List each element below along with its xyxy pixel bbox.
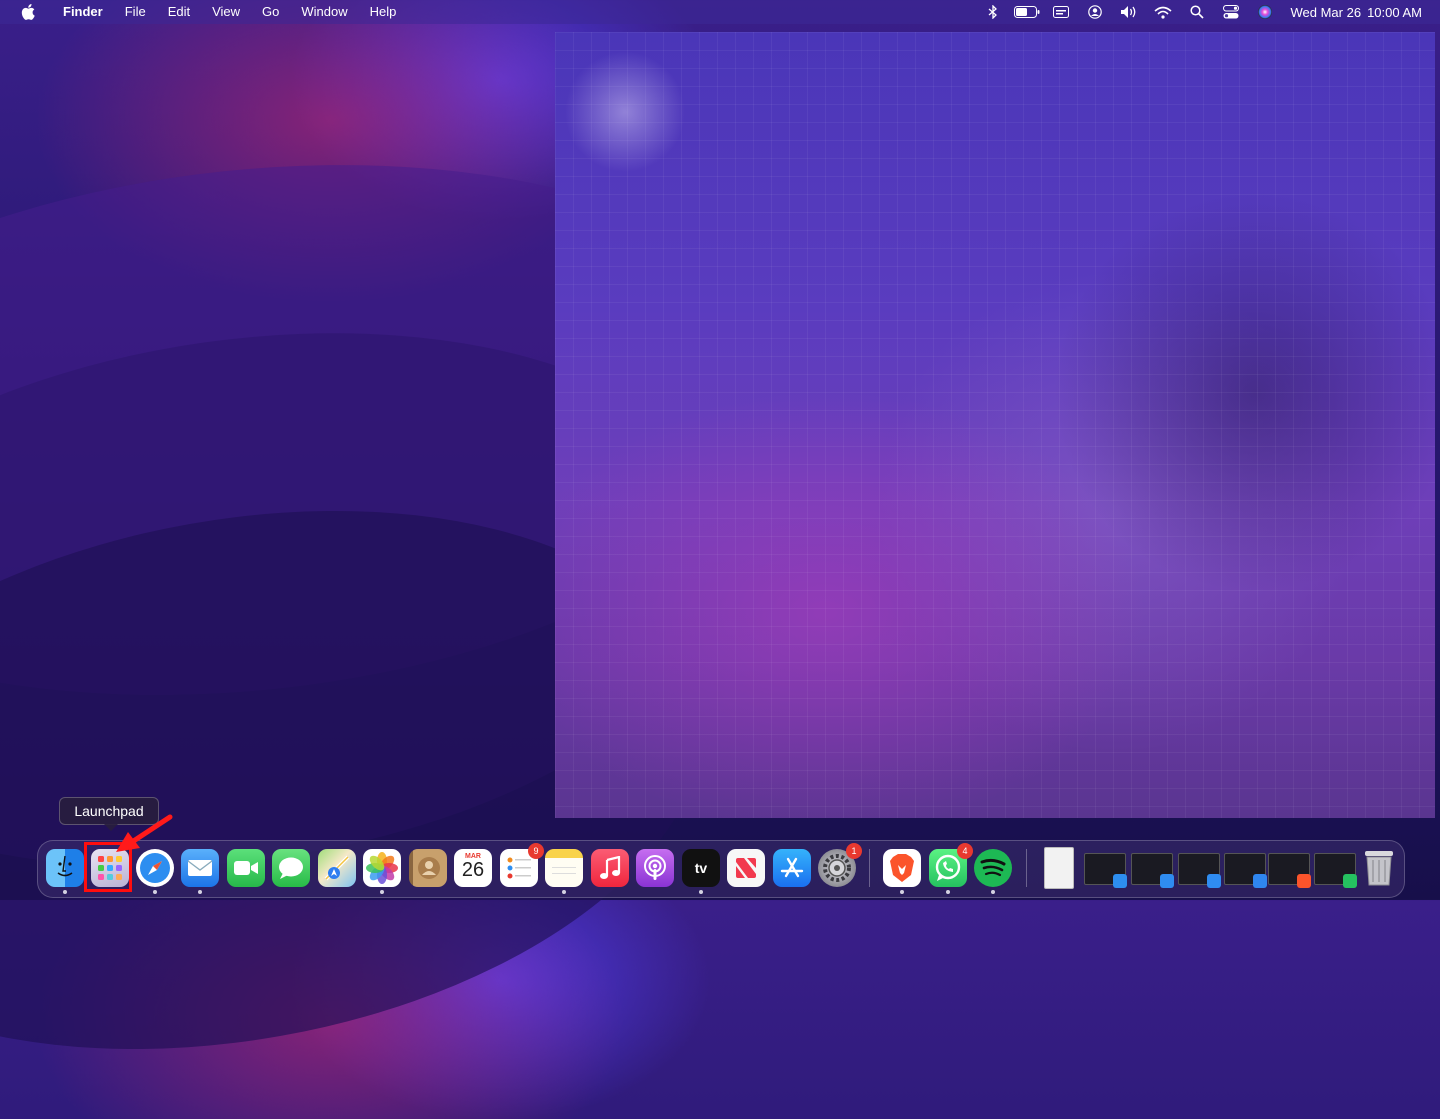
dock: MAR 26 9 tv 1 4 <box>37 840 1405 898</box>
settings-app[interactable]: 1 <box>818 843 862 887</box>
wifi-icon[interactable] <box>1146 0 1180 24</box>
brave-icon <box>890 854 914 882</box>
calendar-day: 26 <box>461 859 485 881</box>
notification-badge: 4 <box>957 843 973 859</box>
spotify-icon <box>980 858 1006 877</box>
music-app[interactable] <box>591 849 629 887</box>
safari-icon <box>1113 874 1127 888</box>
whatsapp-icon <box>1343 874 1357 888</box>
music-icon <box>600 856 621 879</box>
obscured-window[interactable] <box>555 32 1435 818</box>
control-center-icon[interactable] <box>1214 0 1248 24</box>
notes-icon <box>552 867 576 874</box>
dock-separator <box>869 849 870 887</box>
finder-icon <box>1207 874 1221 888</box>
maps-app[interactable] <box>318 849 356 887</box>
whatsapp-app[interactable]: 4 <box>929 843 973 887</box>
calendar-app[interactable]: MAR 26 <box>454 849 492 887</box>
menu-file[interactable]: File <box>114 0 157 24</box>
contacts-app[interactable] <box>409 849 447 887</box>
news-icon <box>736 858 756 878</box>
notification-badge: 9 <box>528 843 544 859</box>
document-thumbnail[interactable] <box>1044 847 1074 889</box>
facetime-icon <box>234 861 258 875</box>
appletv-icon: tv <box>694 860 708 876</box>
running-indicator <box>991 890 995 894</box>
running-indicator <box>380 890 384 894</box>
apple-menu-icon[interactable] <box>18 4 38 20</box>
brave-icon <box>1297 874 1311 888</box>
menu-bar: Finder File Edit View Go Window Help Wed… <box>0 0 1440 24</box>
volume-icon[interactable] <box>1112 0 1146 24</box>
photos-icon <box>366 852 398 884</box>
notification-badge: 1 <box>846 843 862 859</box>
clock-time: 10:00 AM <box>1367 4 1422 20</box>
annotation-arrow <box>116 814 173 852</box>
mail-app[interactable] <box>181 849 219 887</box>
finder-icon <box>1160 874 1174 888</box>
safari-window-thumbnail[interactable] <box>1084 853 1127 888</box>
menu-window[interactable]: Window <box>290 0 358 24</box>
dock-separator <box>1026 849 1027 887</box>
trash-icon <box>1365 851 1393 886</box>
display-icon[interactable] <box>1044 0 1078 24</box>
running-indicator <box>198 890 202 894</box>
running-indicator <box>699 890 703 894</box>
mail-icon <box>187 860 213 876</box>
finder-app[interactable] <box>46 849 84 887</box>
messages-icon <box>279 857 303 879</box>
finder-window-thumbnail-2[interactable] <box>1178 853 1221 888</box>
menu-go[interactable]: Go <box>251 0 290 24</box>
clock-date: Wed Mar 26 <box>1290 4 1362 20</box>
menu-edit[interactable]: Edit <box>157 0 201 24</box>
facetime-app[interactable] <box>227 849 265 887</box>
running-indicator <box>562 890 566 894</box>
finder-icon <box>57 855 73 877</box>
pixelation-overlay <box>555 32 1435 818</box>
notes-app[interactable] <box>545 849 583 887</box>
trash[interactable] <box>1360 849 1398 887</box>
menubar-clock[interactable]: Wed Mar 26 10:00 AM <box>1290 5 1422 20</box>
messages-app[interactable] <box>272 849 310 887</box>
menu-view[interactable]: View <box>201 0 251 24</box>
finder-window-thumbnail[interactable] <box>1131 853 1174 888</box>
contacts-icon <box>418 857 440 879</box>
spotify-app[interactable] <box>974 849 1012 887</box>
running-indicator <box>900 890 904 894</box>
news-app[interactable] <box>727 849 765 887</box>
whatsapp-window-thumbnail[interactable] <box>1314 853 1357 888</box>
reminders-app[interactable]: 9 <box>500 843 544 887</box>
mail-icon <box>1253 874 1267 888</box>
search-icon[interactable] <box>1180 0 1214 24</box>
user-icon[interactable] <box>1078 0 1112 24</box>
brave-window-thumbnail[interactable] <box>1268 853 1311 888</box>
running-indicator <box>946 890 950 894</box>
battery-icon[interactable] <box>1010 0 1044 24</box>
mail-window-thumbnail[interactable] <box>1224 853 1267 888</box>
appstore-app[interactable] <box>773 849 811 887</box>
bluetooth-icon[interactable] <box>976 0 1010 24</box>
podcasts-icon <box>644 855 666 880</box>
running-indicator <box>63 890 67 894</box>
brave-app[interactable] <box>883 849 921 887</box>
reminders-icon <box>507 857 531 879</box>
whatsapp-icon <box>935 854 961 881</box>
app-menu-finder[interactable]: Finder <box>52 0 114 24</box>
photos-app[interactable] <box>363 849 401 887</box>
podcasts-app[interactable] <box>636 849 674 887</box>
running-indicator <box>153 890 157 894</box>
appstore-icon <box>780 857 804 878</box>
maps-icon <box>324 855 350 881</box>
tv-app[interactable]: tv <box>682 849 720 887</box>
siri-icon[interactable] <box>1248 0 1282 24</box>
menu-help[interactable]: Help <box>359 0 408 24</box>
